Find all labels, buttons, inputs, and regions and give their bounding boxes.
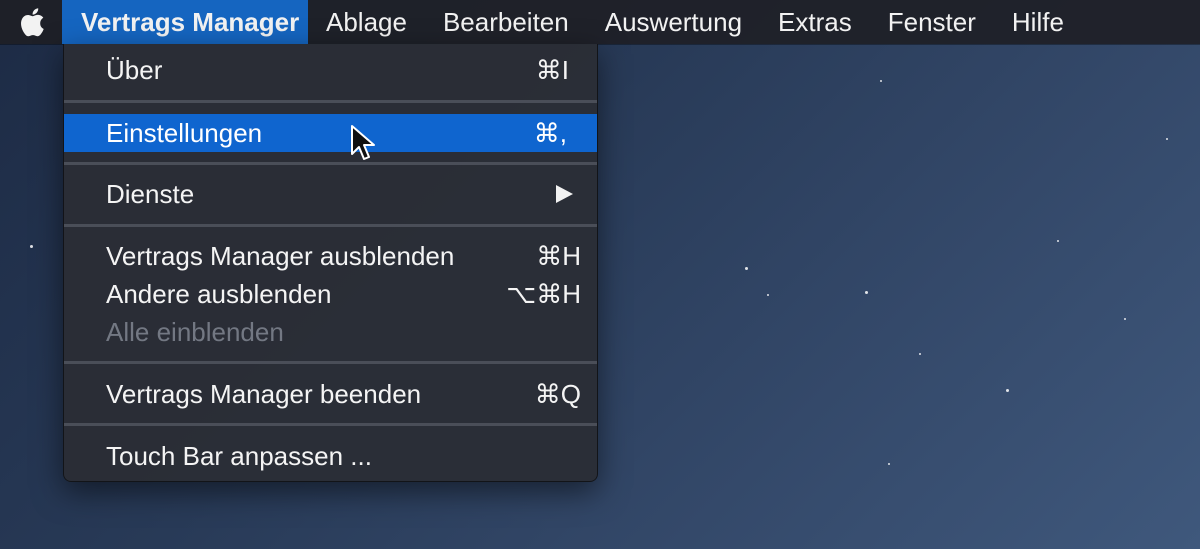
- menu-item-label: Einstellungen: [106, 117, 263, 148]
- menu-item-ueber[interactable]: Über ⌘I: [64, 51, 597, 89]
- menu-item-label: Alle einblenden: [106, 316, 284, 347]
- menubar-item-fenster[interactable]: Fenster: [870, 0, 994, 44]
- menu-item-label: Andere ausblenden: [106, 278, 332, 309]
- star: [880, 80, 882, 82]
- menubar-item-bearbeiten[interactable]: Bearbeiten: [425, 0, 587, 44]
- star: [865, 291, 868, 294]
- menu-item-label: Vertrags Manager ausblenden: [106, 240, 455, 271]
- menu-item-dienste[interactable]: Dienste: [64, 175, 597, 213]
- menu-item-alle-einblenden: Alle einblenden: [64, 313, 597, 351]
- menu-bar: Vertrags Manager Ablage Bearbeiten Auswe…: [0, 0, 1200, 44]
- menu-item-shortcut: ⌘Q: [534, 378, 581, 409]
- app-menu-dropdown: Über ⌘I Einstellungen ⌘, Dienste Vertrag…: [63, 44, 598, 482]
- star: [767, 294, 769, 296]
- star: [745, 267, 748, 270]
- menu-separator: [64, 423, 597, 426]
- menu-item-label: Dienste: [106, 178, 195, 209]
- menubar-item-vertrags-manager[interactable]: Vertrags Manager: [62, 0, 308, 44]
- star: [1006, 389, 1009, 392]
- menu-separator: [64, 162, 597, 165]
- menu-item-touch-bar-anpassen[interactable]: Touch Bar anpassen ...: [64, 437, 597, 475]
- star: [1057, 240, 1059, 242]
- star: [888, 463, 890, 465]
- menu-item-andere-ausblenden[interactable]: Andere ausblenden ⌥⌘H: [64, 275, 597, 313]
- menu-item-label: Über: [106, 54, 163, 85]
- menu-item-label: Vertrags Manager beenden: [106, 378, 422, 409]
- menu-item-shortcut: ⌘,: [533, 117, 567, 148]
- menu-item-label: Touch Bar anpassen ...: [106, 440, 372, 471]
- star: [919, 353, 921, 355]
- apple-menu-button[interactable]: [0, 0, 62, 44]
- apple-logo-icon: [21, 8, 44, 37]
- menubar-item-ablage[interactable]: Ablage: [308, 0, 425, 44]
- arrow-pointer-icon: [351, 125, 375, 160]
- star: [1124, 318, 1126, 320]
- menubar-item-auswertung[interactable]: Auswertung: [587, 0, 760, 44]
- star: [30, 245, 33, 248]
- menubar-item-extras[interactable]: Extras: [760, 0, 870, 44]
- menu-item-shortcut: ⌘H: [536, 240, 581, 271]
- menu-item-vertrags-manager-beenden[interactable]: Vertrags Manager beenden ⌘Q: [64, 375, 597, 413]
- menu-separator: [64, 361, 597, 364]
- menu-item-shortcut: ⌥⌘H: [506, 278, 581, 309]
- menu-separator: [64, 100, 597, 103]
- menu-separator: [64, 224, 597, 227]
- menu-item-vertrags-manager-ausblenden[interactable]: Vertrags Manager ausblenden ⌘H: [64, 237, 597, 275]
- menubar-item-hilfe[interactable]: Hilfe: [994, 0, 1082, 44]
- menu-item-shortcut: ⌘I: [535, 54, 569, 85]
- triangle-right-icon: [556, 185, 573, 203]
- star: [1166, 138, 1168, 140]
- menu-item-einstellungen[interactable]: Einstellungen ⌘,: [64, 114, 597, 152]
